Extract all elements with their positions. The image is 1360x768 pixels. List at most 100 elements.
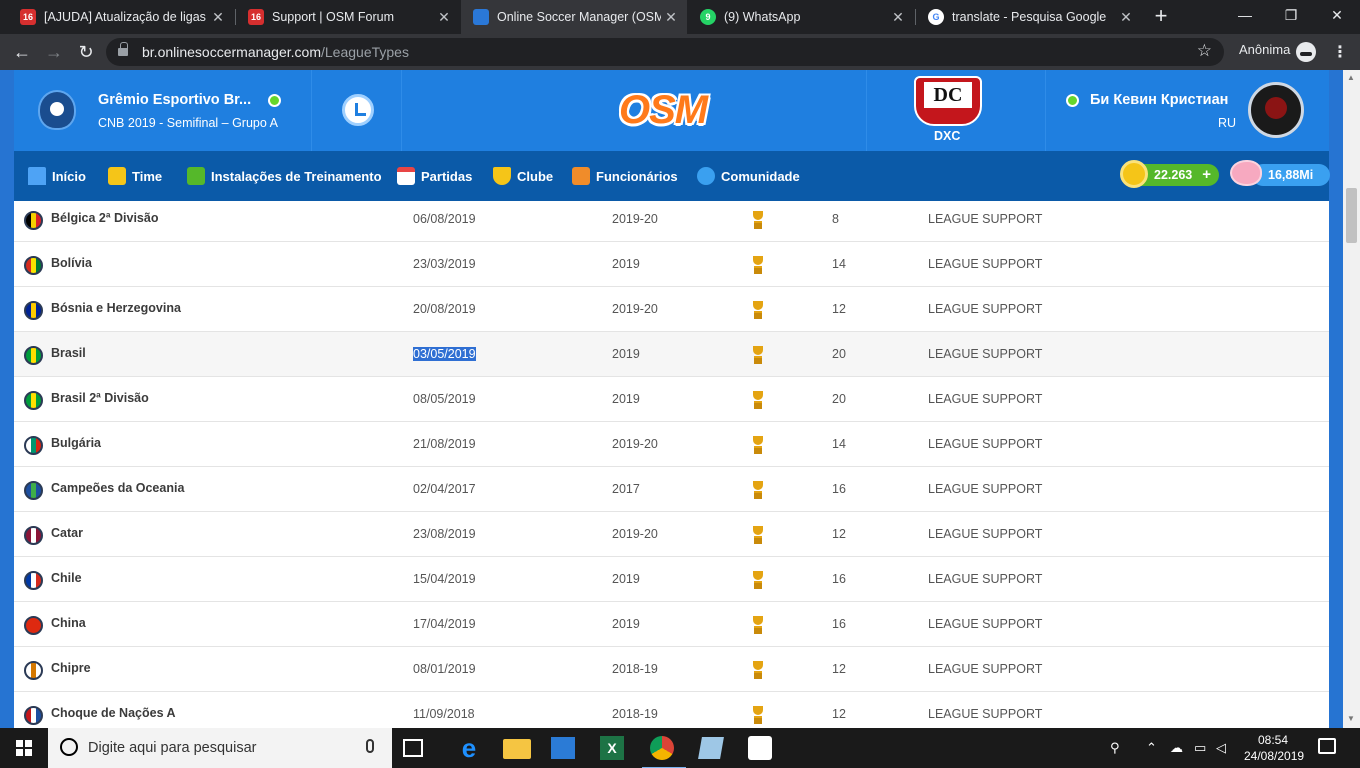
gold-coin-icon [1120, 160, 1148, 188]
close-tab-icon[interactable]: ✕ [434, 9, 454, 26]
trophy-icon [751, 616, 765, 634]
trophy-icon [751, 301, 765, 319]
windows-start-icon[interactable] [16, 740, 32, 756]
manager-name[interactable]: Би Кевин Кристиан [1090, 92, 1228, 108]
reload-icon[interactable]: ↻ [74, 40, 98, 64]
league-team-count: 12 [832, 527, 846, 541]
excel-icon[interactable]: X [600, 736, 624, 760]
browser-tab[interactable]: 16 [AJUDA] Atualização de ligas | ✕ [8, 0, 234, 34]
cortana-icon [60, 738, 78, 756]
browser-tab-active[interactable]: Online Soccer Manager (OSM) ✕ [461, 0, 687, 34]
cash-balance[interactable]: 16,88Mi [1252, 164, 1330, 186]
forward-arrow-icon[interactable]: → [42, 40, 66, 64]
country-flag-icon [24, 481, 43, 500]
trophy-icon [751, 481, 765, 499]
league-row[interactable]: Brasil 2ª Divisão 08/05/2019 2019 20 LEAGUE … [14, 377, 1329, 422]
close-tab-icon[interactable]: ✕ [208, 9, 228, 26]
chrome-icon[interactable] [642, 736, 686, 768]
close-tab-icon[interactable]: ✕ [888, 9, 908, 26]
league-row[interactable]: Choque de Nações A 11/09/2018 2018-19 12 LEA… [14, 692, 1329, 728]
club-panel[interactable]: Grêmio Esportivo Br... CNB 2019 - Semifi… [14, 70, 312, 151]
league-row[interactable]: Bolívia 23/03/2019 2019 14 LEAGUE SUPPORT [14, 242, 1329, 287]
league-creator: LEAGUE SUPPORT [928, 707, 1043, 721]
buy-gold-plus-icon[interactable]: + [1202, 166, 1211, 183]
nav-home[interactable]: Início [28, 151, 86, 201]
league-season: 2019 [612, 572, 640, 586]
close-tab-icon[interactable]: ✕ [661, 9, 681, 26]
league-team-count: 20 [832, 392, 846, 406]
league-team-count: 20 [832, 347, 846, 361]
new-tab-button[interactable]: + [1149, 4, 1173, 30]
back-arrow-icon[interactable]: ← [10, 40, 34, 64]
incognito-icon[interactable] [1296, 42, 1316, 62]
edge-browser-icon[interactable]: e [455, 734, 483, 762]
bookmark-star-icon[interactable]: ☆ [1197, 41, 1212, 61]
club-name: Grêmio Esportivo Br... [98, 92, 252, 108]
minimize-window-button[interactable]: — [1222, 0, 1268, 34]
browser-tab[interactable]: 16 Support | OSM Forum ✕ [236, 0, 460, 34]
league-row[interactable]: China 17/04/2019 2019 16 LEAGUE SUPPORT [14, 602, 1329, 647]
league-row[interactable]: Chipre 08/01/2019 2018-19 12 LEAGUE SUPPORT [14, 647, 1329, 692]
osm-forum-favicon-icon: 16 [248, 9, 264, 25]
restore-window-button[interactable]: ❐ [1268, 0, 1314, 34]
show-hidden-icons-chevron-icon[interactable]: ⌃ [1146, 740, 1157, 756]
shield-icon [493, 167, 511, 185]
nav-team[interactable]: Time [108, 151, 162, 201]
league-row[interactable]: Bulgária 21/08/2019 2019-20 14 LEAGUE SUPPOR… [14, 422, 1329, 467]
file-explorer-icon[interactable] [503, 739, 531, 759]
league-date: 23/08/2019 [413, 527, 476, 541]
whatsapp-favicon-icon: 9 [700, 9, 716, 25]
browser-menu-icon[interactable]: ⋮ [1332, 42, 1348, 62]
action-center-icon[interactable] [1318, 738, 1336, 754]
bitdefender-app-icon[interactable] [748, 736, 772, 760]
network-icon[interactable]: ▭ [1194, 740, 1206, 756]
taskbar-search-box[interactable]: Digite aqui para pesquisar [48, 728, 392, 768]
league-row[interactable]: Bélgica 2ª Divisão 06/08/2019 2019-20 8 LEAG… [14, 201, 1329, 242]
task-view-icon[interactable] [403, 739, 423, 757]
onedrive-sync-icon[interactable]: ☁ [1170, 740, 1183, 756]
league-date: 02/04/2017 [413, 482, 476, 496]
timer-panel[interactable] [312, 70, 402, 151]
league-team-count: 8 [832, 212, 839, 226]
page-scrollbar[interactable]: ▲ ▼ [1343, 70, 1360, 728]
taskbar-clock[interactable]: 08:54 24/08/2019 [1244, 732, 1304, 764]
league-row[interactable]: Bósnia e Herzegovina 20/08/2019 2019-20 12 L… [14, 287, 1329, 332]
notepad-app-icon[interactable] [698, 737, 724, 759]
league-team-count: 12 [832, 707, 846, 721]
close-window-button[interactable]: ✕ [1314, 0, 1360, 34]
trophy-icon [751, 256, 765, 274]
league-date: 08/05/2019 [413, 392, 476, 406]
league-creator: LEAGUE SUPPORT [928, 572, 1043, 586]
scroll-down-arrow-icon[interactable]: ▼ [1347, 714, 1355, 723]
close-tab-icon[interactable]: ✕ [1116, 9, 1136, 26]
league-row[interactable]: Catar 23/08/2019 2019-20 12 LEAGUE SUPPORT [14, 512, 1329, 557]
league-country: Chipre [51, 661, 91, 675]
nav-staff[interactable]: Funcionários [572, 151, 678, 201]
club-competition: CNB 2019 - Semifinal – Grupo A [98, 116, 278, 130]
trophy-icon [751, 346, 765, 364]
league-row[interactable]: Campeões da Oceania 02/04/2017 2017 16 LEAGU… [14, 467, 1329, 512]
online-status-icon [1066, 94, 1079, 107]
rival-club-crest[interactable]: DC [914, 76, 982, 126]
league-country: Brasil 2ª Divisão [51, 391, 149, 405]
manager-avatar[interactable] [1248, 82, 1304, 138]
league-row[interactable]: Chile 15/04/2019 2019 16 LEAGUE SUPPORT [14, 557, 1329, 602]
control-panel-icon[interactable] [551, 737, 575, 759]
scroll-up-arrow-icon[interactable]: ▲ [1347, 73, 1355, 82]
league-row[interactable]: Brasil 03/05/2019 2019 20 LEAGUE SUPPORT [14, 332, 1329, 377]
nav-training[interactable]: Instalações de Treinamento [187, 151, 382, 201]
people-icon[interactable]: ⚲ [1110, 740, 1120, 756]
volume-muted-icon[interactable]: ◁ [1216, 740, 1226, 756]
scrollbar-thumb[interactable] [1346, 188, 1357, 243]
browser-tab[interactable]: G translate - Pesquisa Google ✕ [916, 0, 1142, 34]
nav-community[interactable]: Comunidade [697, 151, 800, 201]
country-flag-icon [24, 706, 43, 725]
league-creator: LEAGUE SUPPORT [928, 392, 1043, 406]
nav-club[interactable]: Clube [493, 151, 553, 201]
osm-logo[interactable]: OSM [619, 88, 708, 133]
address-bar[interactable]: br.onlinesoccermanager.com/LeagueTypes ☆ [106, 38, 1224, 66]
nav-matches[interactable]: Partidas [397, 151, 472, 201]
browser-tab[interactable]: 9 (9) WhatsApp ✕ [688, 0, 914, 34]
microphone-icon[interactable] [366, 739, 374, 753]
league-creator: LEAGUE SUPPORT [928, 212, 1043, 226]
